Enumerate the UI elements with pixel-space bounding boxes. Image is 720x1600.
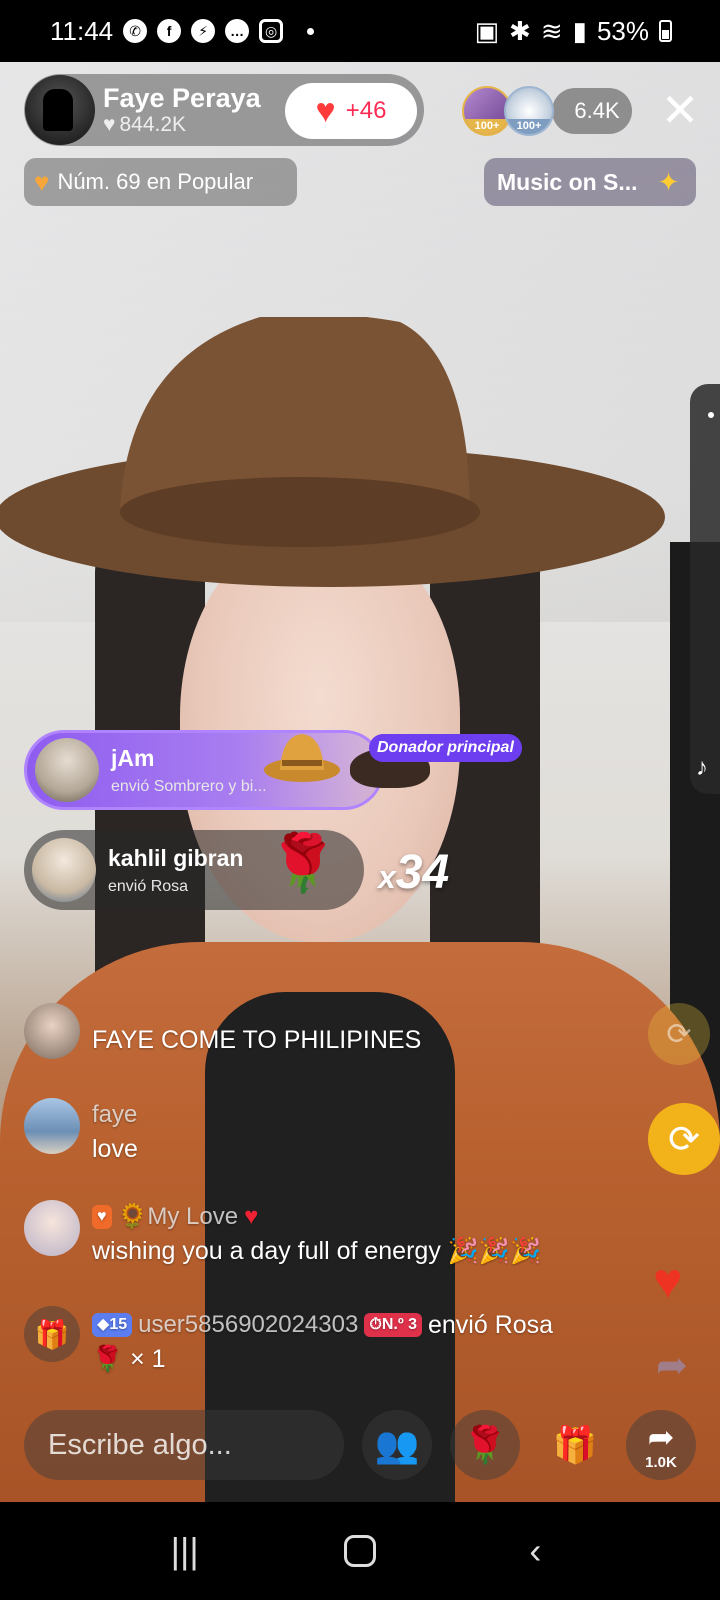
- ranking-heart-icon: ♥: [34, 166, 50, 197]
- host-name: Faye Peraya: [103, 83, 261, 113]
- battery-saver-icon: ▣: [474, 15, 500, 46]
- ranking-label: Núm. 69 en Popular: [57, 169, 254, 194]
- instagram-icon: ◎: [259, 19, 284, 43]
- gift-description: envió Rosa: [108, 877, 189, 895]
- commenter-name: faye: [92, 1101, 138, 1128]
- gift-combo-count: x34: [378, 845, 449, 900]
- like-delta: +46: [345, 97, 387, 124]
- status-right: ▣ ✱ ≋ ▮ 53%: [474, 16, 672, 47]
- more-notifications-dot: [307, 27, 315, 35]
- heart-icon: ♥: [103, 113, 116, 136]
- viewer-badge: 100+: [506, 119, 552, 134]
- rose-gift-icon: 🌹: [268, 831, 338, 894]
- status-bar: 11:44 ✆ f ⚡ … ◎ ▣ ✱ ≋ ▮ 53%: [0, 0, 720, 62]
- gift-text: kahlil gibran envió Rosa: [108, 845, 268, 896]
- combo-x: x: [378, 859, 396, 895]
- top-viewers[interactable]: 6.4K 100+ 100+: [462, 86, 632, 136]
- commenter-name: user5856902024303: [138, 1311, 359, 1338]
- commenter-avatar[interactable]: [24, 1098, 80, 1154]
- comment-text: love: [92, 1135, 138, 1163]
- side-panel-dot: [708, 412, 714, 418]
- comment-text: FAYE COME TO PHILIPINES: [92, 1026, 422, 1054]
- viewer-avatar[interactable]: 100+: [504, 86, 554, 136]
- messenger-icon: ⚡: [191, 19, 216, 43]
- gift-sender-avatar[interactable]: [35, 738, 99, 802]
- ranking-pill[interactable]: ♥ Núm. 69 en Popular: [24, 158, 297, 206]
- music-label: Music on S...: [497, 168, 638, 195]
- battery-percent: 53%: [596, 15, 649, 46]
- music-note-icon: ♪: [696, 754, 708, 781]
- navigation-bar: ||| ‹: [0, 1502, 720, 1600]
- viewer-badge: 100+: [464, 119, 510, 134]
- multi-guest-button[interactable]: 👥: [362, 1410, 432, 1480]
- chat-icon: …: [225, 19, 250, 43]
- cowboy-hat-filter: [0, 317, 665, 587]
- repost-button[interactable]: ⟳: [648, 1103, 720, 1175]
- host-likes: ♥ 844.2K: [103, 113, 261, 137]
- heart-icon: ♥: [315, 92, 336, 130]
- floating-heart-icon: ♥: [653, 1253, 683, 1309]
- commenter-name: 🌻My Love: [117, 1203, 239, 1230]
- gift-description: envió Sombrero y bi...: [111, 777, 267, 795]
- sombrero-gift-icon: [264, 734, 340, 782]
- bluetooth-icon: ✱: [509, 15, 531, 46]
- commenter-avatar[interactable]: [24, 1200, 80, 1256]
- top-donor-tag: Donador principal: [369, 734, 522, 762]
- commenter-name-row: ♥ 🌻My Love ♥: [92, 1200, 541, 1234]
- level-number: 15: [109, 1316, 128, 1333]
- host-avatar[interactable]: [25, 75, 95, 145]
- host-likes-count: 844.2K: [119, 113, 187, 136]
- fan-badge-heart-icon: ♥: [92, 1205, 112, 1229]
- comment-text: wishing you a day full of energy 🎉🎉🎉: [92, 1237, 542, 1265]
- gift-text: jAm envió Sombrero y bi...: [111, 745, 271, 796]
- whatsapp-icon: ✆: [123, 19, 148, 43]
- close-icon[interactable]: ✕: [660, 86, 700, 134]
- comment-row[interactable]: FAYE COME TO PHILIPINES: [24, 1003, 704, 1059]
- comment-body: ♥ 🌻My Love ♥ wishing you a day full of e…: [92, 1200, 541, 1268]
- gift-comment-row[interactable]: 🎁 ◆ 15 user5856902024303 ⏱ N.º 3 envió R…: [24, 1306, 704, 1376]
- gift-quantity: 🌹 × 1: [92, 1345, 166, 1373]
- gift-sender-name: kahlil gibran: [108, 844, 244, 871]
- battery-icon: [659, 20, 672, 42]
- gift-button[interactable]: 🎁: [540, 1410, 610, 1480]
- gift-sender-name: jAm: [111, 744, 155, 771]
- level-badge: ◆ 15: [92, 1313, 133, 1337]
- side-panel-tab[interactable]: ♪: [690, 384, 720, 794]
- facebook-icon: f: [157, 19, 182, 43]
- gift-icon[interactable]: 🎁: [24, 1306, 80, 1362]
- like-button[interactable]: ♥ +46: [285, 83, 417, 139]
- music-pill[interactable]: Music on S... ✦: [484, 158, 696, 206]
- share-icon: ➦: [647, 1418, 675, 1455]
- rank-badge-text: N.º 3: [381, 1316, 417, 1333]
- rose-gift-button[interactable]: 🌹: [450, 1410, 520, 1480]
- host-info: Faye Peraya ♥ 844.2K: [103, 83, 261, 137]
- comment-body: faye love: [92, 1098, 138, 1166]
- comment-row[interactable]: faye love: [24, 1098, 704, 1166]
- combo-number: 34: [395, 846, 450, 899]
- heart-emoji-icon: ♥: [244, 1203, 259, 1230]
- gift-sender-avatar[interactable]: [32, 838, 96, 902]
- magic-wand-icon: ✦: [657, 166, 680, 197]
- repost-faded-icon: ⟳: [648, 1003, 710, 1065]
- commenter-avatar[interactable]: [24, 1003, 80, 1059]
- comment-body: FAYE COME TO PHILIPINES: [92, 1003, 421, 1057]
- viewer-count[interactable]: 6.4K: [552, 88, 632, 134]
- floating-share-icon: ➦: [656, 1345, 688, 1387]
- gift-comment-line: ◆ 15 user5856902024303 ⏱ N.º 3 envió Ros…: [92, 1308, 553, 1342]
- share-count: 1.0K: [645, 1453, 677, 1471]
- share-button[interactable]: ➦ 1.0K: [626, 1410, 696, 1480]
- status-time: 11:44: [50, 15, 114, 46]
- comment-body: ◆ 15 user5856902024303 ⏱ N.º 3 envió Ros…: [92, 1306, 553, 1376]
- back-icon[interactable]: ‹: [505, 1530, 565, 1572]
- comment-row[interactable]: ♥ 🌻My Love ♥ wishing you a day full of e…: [24, 1200, 704, 1268]
- status-left: 11:44 ✆ f ⚡ … ◎: [50, 15, 315, 47]
- rank-badge: ⏱ N.º 3: [364, 1313, 422, 1337]
- signal-icon: ▮: [572, 15, 587, 46]
- comment-input[interactable]: Escribe algo...: [24, 1410, 344, 1480]
- gift-action: envió Rosa: [428, 1311, 554, 1339]
- home-icon[interactable]: [343, 1535, 376, 1567]
- recent-apps-icon[interactable]: |||: [155, 1530, 215, 1572]
- wifi-icon: ≋: [540, 15, 563, 46]
